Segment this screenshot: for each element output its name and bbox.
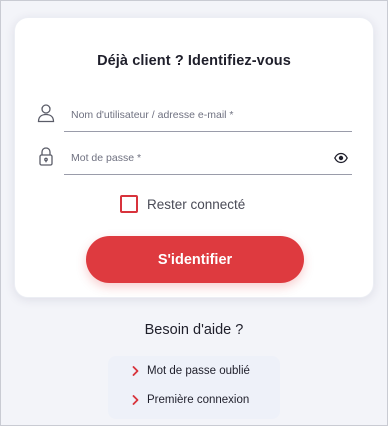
- chevron-right-icon: [132, 395, 139, 405]
- forgot-password-link[interactable]: Mot de passe oublié: [132, 365, 250, 377]
- forgot-password-label: Mot de passe oublié: [147, 365, 250, 377]
- user-icon: [35, 102, 57, 124]
- username-input[interactable]: [64, 98, 352, 132]
- chevron-right-icon: [132, 366, 139, 376]
- padlock-icon: [35, 145, 57, 167]
- remember-checkbox[interactable]: [120, 195, 138, 213]
- eye-icon[interactable]: [334, 151, 348, 164]
- login-title: Déjà client ? Identifiez-vous: [97, 53, 291, 69]
- help-links-box: Mot de passe oublié Première connexion: [108, 356, 280, 419]
- first-login-link[interactable]: Première connexion: [132, 394, 249, 406]
- remember-me[interactable]: Rester connecté: [120, 194, 245, 214]
- help-title: Besoin d'aide ?: [144, 322, 244, 338]
- login-card: Déjà client ? Identifiez-vous Nom d'util…: [14, 17, 374, 298]
- username-field-group: [35, 98, 352, 132]
- password-field-group: [35, 141, 352, 175]
- password-input[interactable]: [64, 141, 352, 175]
- login-button[interactable]: S'identifier: [86, 236, 304, 283]
- remember-label: Rester connecté: [147, 196, 246, 212]
- first-login-label: Première connexion: [147, 394, 250, 406]
